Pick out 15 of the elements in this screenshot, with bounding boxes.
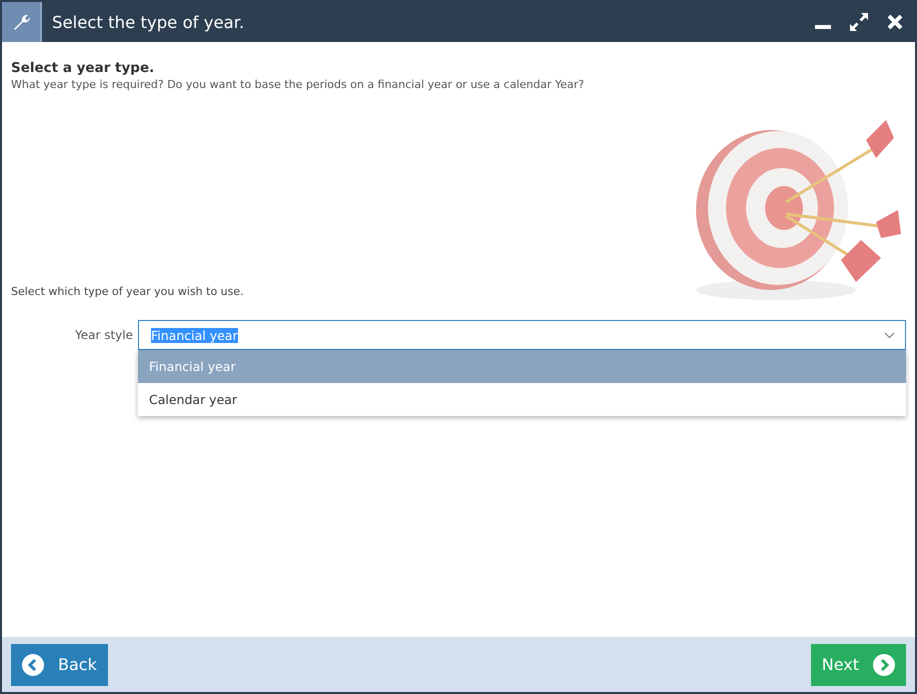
- next-button[interactable]: Next: [810, 644, 906, 686]
- prompt-text: Select which type of year you wish to use.: [11, 285, 245, 298]
- close-button[interactable]: [887, 14, 903, 30]
- page-heading: Select a year type.: [11, 60, 156, 76]
- dropdown-option[interactable]: Financial year: [138, 350, 906, 383]
- maximize-button[interactable]: [849, 12, 869, 32]
- close-icon: [887, 14, 903, 30]
- dropdown-option[interactable]: Calendar year: [138, 383, 906, 416]
- field-label: Year style: [74, 328, 133, 342]
- window-title: Select the type of year.: [52, 12, 246, 32]
- chevron-icon: [884, 332, 895, 338]
- minimize-icon: [815, 25, 831, 29]
- back-button[interactable]: Back: [11, 644, 108, 686]
- description-text: What year type is required? Do you want to base the periods on a financial year or use a calendar Year?: [11, 78, 586, 91]
- expand-icon: [849, 12, 869, 32]
